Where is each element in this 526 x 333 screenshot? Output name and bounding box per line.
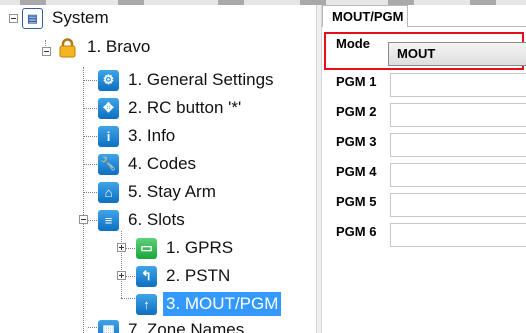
tree-line xyxy=(83,136,99,137)
tree-node-bravo[interactable]: 1. Bravo xyxy=(57,34,153,60)
pgm-field[interactable] xyxy=(390,163,526,187)
tree-line xyxy=(83,108,99,109)
pgm-label: PGM 4 xyxy=(336,164,377,179)
tree-node-label: 7. Zone Names xyxy=(128,320,245,333)
pgm-field[interactable] xyxy=(390,103,526,127)
collapse-toggle[interactable] xyxy=(79,215,88,224)
tree-line xyxy=(121,231,122,298)
properties-panel: MOUT/PGM Mode MOUT PGM 1 PGM 2 PGM 3 PGM… xyxy=(322,5,526,333)
tree-node-stay-arm[interactable]: ⌂ 5. Stay Arm xyxy=(98,179,219,205)
pgm-row: PGM 4 xyxy=(328,160,526,190)
info-icon: i xyxy=(98,125,119,147)
database-icon: ≡ xyxy=(98,209,119,231)
tree-node-general-settings[interactable]: ⚙ 1. General Settings xyxy=(98,67,277,93)
pgm-field[interactable] xyxy=(390,193,526,217)
tree-node-zone-names[interactable]: ▦ 7. Zone Names xyxy=(98,317,247,333)
tree-node-label: 3. Info xyxy=(128,126,176,145)
tree-node-label: 2. RC button '*' xyxy=(128,98,242,117)
tree-node-system[interactable]: ▤ System xyxy=(22,5,112,31)
tree-node-gprs[interactable]: ▭ 1. GPRS xyxy=(136,235,236,261)
padlock-icon xyxy=(57,37,78,58)
expand-toggle[interactable] xyxy=(117,271,126,280)
tree-line xyxy=(121,298,137,299)
tree-node-slots[interactable]: ≡ 6. Slots xyxy=(98,207,188,233)
tab-divider xyxy=(408,26,526,27)
zone-icon: ▦ xyxy=(98,319,119,333)
expand-toggle[interactable] xyxy=(117,243,126,252)
tree-node-info[interactable]: i 3. Info xyxy=(98,123,178,149)
pgm-row: PGM 2 xyxy=(328,100,526,130)
wrench-icon: 🔧 xyxy=(98,153,119,175)
upload-arrow-icon: ↑ xyxy=(136,293,157,315)
pgm-field[interactable] xyxy=(390,133,526,157)
tree-node-label: 1. GPRS xyxy=(166,238,234,257)
tree-node-label: 2. PSTN xyxy=(166,266,231,285)
tree-line xyxy=(83,164,99,165)
pgm-label: PGM 3 xyxy=(336,134,377,149)
pgm-label: PGM 6 xyxy=(336,224,377,239)
collapse-toggle[interactable] xyxy=(42,47,51,56)
gears-icon: ⚙ xyxy=(98,69,119,91)
tree-node-label: System xyxy=(52,8,109,27)
mode-label: Mode xyxy=(336,36,370,51)
tree-line xyxy=(83,67,84,333)
gprs-icon: ▭ xyxy=(136,237,157,259)
pgm-label: PGM 5 xyxy=(336,194,377,209)
tree-line xyxy=(83,192,99,193)
tree-line xyxy=(45,40,46,46)
tree-node-label: 1. General Settings xyxy=(128,70,274,89)
pgm-row: PGM 6 xyxy=(328,220,526,250)
tree-line xyxy=(83,80,99,81)
system-icon: ▤ xyxy=(22,7,43,29)
tree-view[interactable]: ▤ System 1. Bravo ⚙ 1. General Settings … xyxy=(0,5,316,333)
tree-node-mout-pgm[interactable]: ↑ 3. MOUT/PGM xyxy=(136,291,282,317)
mode-select[interactable]: MOUT xyxy=(388,42,526,66)
tree-node-pstn[interactable]: ↰ 2. PSTN xyxy=(136,263,233,289)
home-icon: ⌂ xyxy=(98,181,119,203)
tree-node-label: 1. Bravo xyxy=(87,37,151,56)
move-arrows-icon: ✥ xyxy=(98,97,119,119)
tree-node-label-selected: 3. MOUT/PGM xyxy=(163,292,282,316)
collapse-toggle[interactable] xyxy=(9,14,18,23)
pgm-row: PGM 5 xyxy=(328,190,526,220)
pgm-label: PGM 1 xyxy=(336,74,377,89)
tree-node-rc-button[interactable]: ✥ 2. RC button '*' xyxy=(98,95,244,121)
tree-node-label: 6. Slots xyxy=(128,210,185,229)
tree-node-codes[interactable]: 🔧 4. Codes xyxy=(98,151,199,177)
pgm-label: PGM 2 xyxy=(336,104,377,119)
tree-node-label: 5. Stay Arm xyxy=(128,182,216,201)
phone-icon: ↰ xyxy=(136,265,157,287)
tree-node-label: 4. Codes xyxy=(128,154,197,173)
tab-mout-pgm[interactable]: MOUT/PGM xyxy=(322,5,408,27)
pgm-row: PGM 1 xyxy=(328,70,526,100)
pgm-row: PGM 3 xyxy=(328,130,526,160)
pgm-field[interactable] xyxy=(390,223,526,247)
pgm-field[interactable] xyxy=(390,73,526,97)
